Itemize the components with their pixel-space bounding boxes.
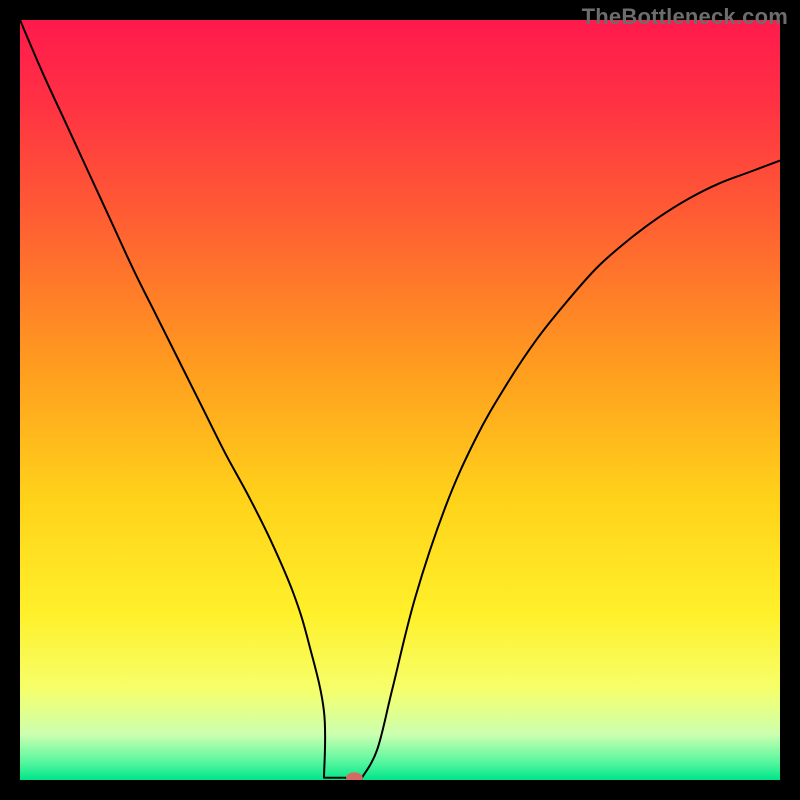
watermark-text: TheBottleneck.com bbox=[582, 4, 788, 30]
bottleneck-plot bbox=[20, 20, 780, 780]
plot-background bbox=[20, 20, 780, 780]
